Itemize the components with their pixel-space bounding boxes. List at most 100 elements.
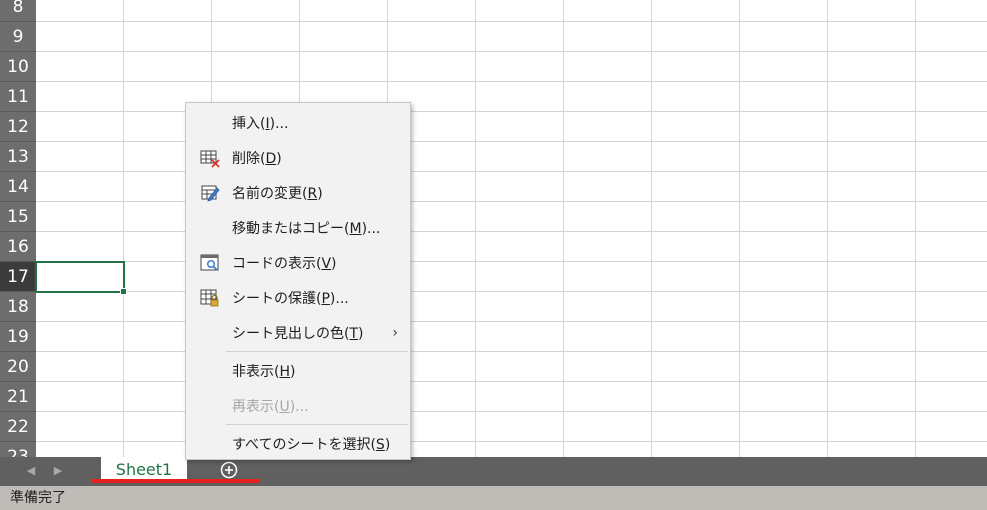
row-header[interactable]: 22 [0, 412, 36, 442]
cell[interactable] [916, 352, 987, 381]
cell[interactable] [740, 82, 828, 111]
cell[interactable] [36, 412, 124, 441]
cell[interactable] [564, 52, 652, 81]
cell[interactable] [740, 52, 828, 81]
cell[interactable] [916, 232, 987, 261]
cell[interactable] [124, 52, 212, 81]
cell[interactable] [740, 262, 828, 291]
cell[interactable] [828, 142, 916, 171]
cell[interactable] [36, 112, 124, 141]
cell[interactable] [564, 322, 652, 351]
cell[interactable] [36, 22, 124, 51]
cell[interactable] [740, 442, 828, 457]
cell[interactable] [916, 322, 987, 351]
row-header[interactable]: 21 [0, 382, 36, 412]
menu-item-tab-color[interactable]: シート見出しの色(T) › [186, 315, 410, 350]
cell[interactable] [564, 442, 652, 457]
cell[interactable] [740, 0, 828, 21]
cell[interactable] [916, 0, 987, 21]
menu-item-rename[interactable]: 名前の変更(R) [186, 175, 410, 210]
row-header-active[interactable]: 17 [0, 262, 36, 292]
cell[interactable] [564, 262, 652, 291]
cell[interactable] [564, 22, 652, 51]
cell[interactable] [476, 322, 564, 351]
row-header[interactable]: 10 [0, 52, 36, 82]
cell[interactable] [916, 202, 987, 231]
cell[interactable] [740, 172, 828, 201]
cell[interactable] [740, 322, 828, 351]
cell[interactable] [652, 442, 740, 457]
cell[interactable] [916, 22, 987, 51]
cell[interactable] [740, 22, 828, 51]
cell[interactable] [652, 0, 740, 21]
cell[interactable] [740, 232, 828, 261]
cell-area[interactable] [36, 0, 987, 457]
cell[interactable] [564, 142, 652, 171]
cell[interactable] [652, 232, 740, 261]
cell[interactable] [828, 292, 916, 321]
cell[interactable] [564, 202, 652, 231]
cell[interactable] [212, 52, 300, 81]
cell[interactable] [652, 52, 740, 81]
cell[interactable] [916, 442, 987, 457]
next-sheet-arrow-icon[interactable]: ▶ [51, 463, 65, 479]
cell[interactable] [36, 442, 124, 457]
cell[interactable] [564, 172, 652, 201]
row-header[interactable]: 13 [0, 142, 36, 172]
row-header[interactable]: 14 [0, 172, 36, 202]
cell[interactable] [36, 0, 124, 21]
cell[interactable] [652, 412, 740, 441]
cell[interactable] [916, 412, 987, 441]
row-header[interactable]: 9 [0, 22, 36, 52]
cell[interactable] [476, 0, 564, 21]
row-header[interactable]: 19 [0, 322, 36, 352]
add-sheet-button[interactable] [220, 461, 238, 479]
cell[interactable] [36, 142, 124, 171]
cell[interactable] [652, 112, 740, 141]
cell[interactable] [564, 112, 652, 141]
cell[interactable] [828, 322, 916, 351]
cell[interactable] [828, 172, 916, 201]
cell[interactable] [476, 202, 564, 231]
cell[interactable] [564, 382, 652, 411]
cell[interactable] [652, 292, 740, 321]
cell[interactable] [476, 442, 564, 457]
row-header[interactable]: 16 [0, 232, 36, 262]
cell[interactable] [476, 382, 564, 411]
cell[interactable] [828, 232, 916, 261]
cell[interactable] [740, 112, 828, 141]
prev-sheet-arrow-icon[interactable]: ◀ [24, 463, 38, 479]
cell[interactable] [652, 382, 740, 411]
cell[interactable] [916, 382, 987, 411]
cell[interactable] [652, 352, 740, 381]
cell[interactable] [740, 412, 828, 441]
cell[interactable] [476, 22, 564, 51]
cell[interactable] [564, 0, 652, 21]
cell[interactable] [476, 262, 564, 291]
cell[interactable] [828, 82, 916, 111]
cell[interactable] [652, 262, 740, 291]
row-header[interactable]: 18 [0, 292, 36, 322]
cell[interactable] [124, 0, 212, 21]
menu-item-delete[interactable]: 削除(D) [186, 140, 410, 175]
cell[interactable] [652, 172, 740, 201]
cell[interactable] [564, 352, 652, 381]
cell[interactable] [476, 52, 564, 81]
cell[interactable] [388, 22, 476, 51]
cell[interactable] [36, 82, 124, 111]
cell[interactable] [36, 52, 124, 81]
selected-cell[interactable] [35, 261, 127, 295]
cell[interactable] [916, 142, 987, 171]
cell[interactable] [564, 292, 652, 321]
menu-item-hide[interactable]: 非表示(H) [186, 353, 410, 388]
cell[interactable] [916, 82, 987, 111]
cell[interactable] [212, 22, 300, 51]
cell[interactable] [828, 382, 916, 411]
cell[interactable] [476, 232, 564, 261]
cell[interactable] [652, 202, 740, 231]
menu-item-view-code[interactable]: コードの表示(V) [186, 245, 410, 280]
cell[interactable] [652, 82, 740, 111]
cell[interactable] [740, 142, 828, 171]
cell[interactable] [476, 82, 564, 111]
menu-item-move-copy[interactable]: 移動またはコピー(M)... [186, 210, 410, 245]
